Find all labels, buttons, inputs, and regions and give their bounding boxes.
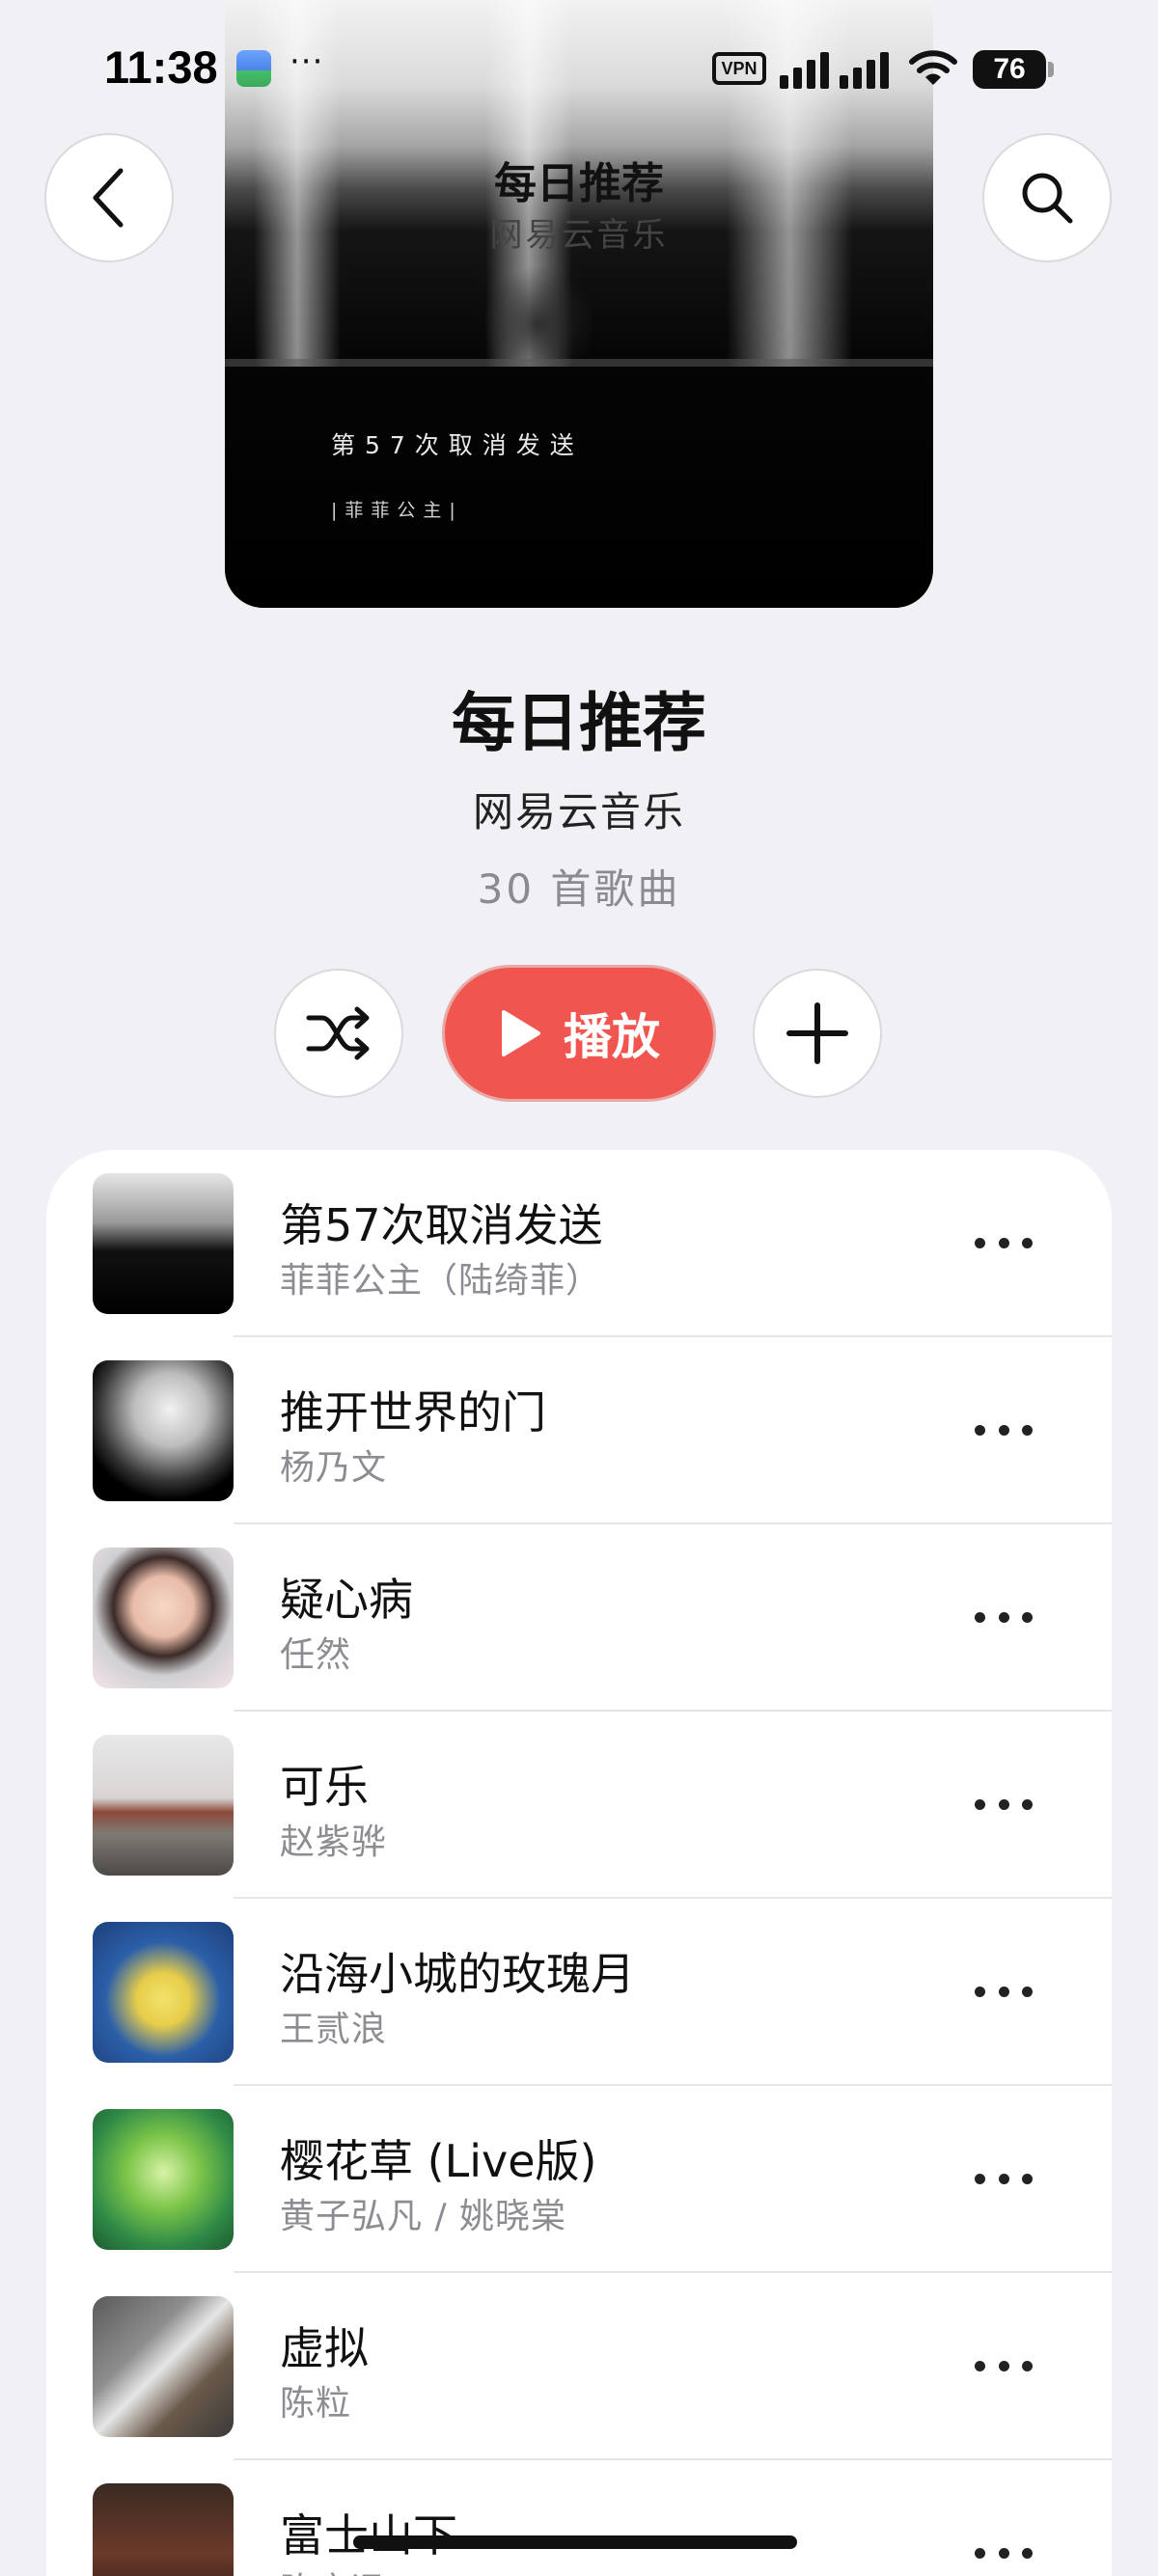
- song-artist: 任然: [280, 1635, 352, 1675]
- cellular-signal-icon: [780, 48, 896, 89]
- song-row[interactable]: 第57次取消发送 菲菲公主（陆绮菲）: [46, 1150, 1112, 1337]
- song-row[interactable]: 富士山下 陈奕迅: [46, 2460, 1112, 2576]
- song-row[interactable]: 可乐 赵紫骅: [46, 1712, 1112, 1899]
- playlist-subtitle: 网易云音乐: [472, 788, 685, 836]
- song-thumbnail: [93, 2483, 234, 2576]
- play-button[interactable]: 播放: [442, 965, 716, 1102]
- cover-artist: |菲菲公主|: [331, 500, 463, 521]
- play-label: 播放: [564, 1009, 660, 1065]
- more-options-icon[interactable]: [975, 2530, 1033, 2576]
- status-time: 11:38: [104, 41, 218, 93]
- playlist-title: 每日推荐: [452, 686, 706, 760]
- song-row[interactable]: 樱花草 (Live版) 黄子弘凡 / 姚晓棠: [46, 2086, 1112, 2273]
- song-thumbnail: [93, 1735, 234, 1876]
- battery-indicator: 76: [973, 50, 1046, 89]
- song-artist: 菲菲公主（陆绮菲）: [280, 1261, 602, 1301]
- battery-tip: [1048, 62, 1054, 77]
- app-notification-icon: [236, 50, 271, 87]
- cover-sill: [225, 359, 933, 367]
- add-to-library-button[interactable]: [753, 969, 882, 1098]
- status-more-icon: ···: [290, 42, 324, 81]
- search-icon: [1022, 173, 1073, 224]
- song-thumbnail: [93, 1548, 234, 1688]
- song-title: 沿海小城的玫瑰月: [280, 1948, 635, 2000]
- song-title: 富士山下: [280, 2501, 457, 2564]
- song-title: 推开世界的门: [280, 1386, 546, 1439]
- shuffle-icon: [306, 1006, 370, 1060]
- song-title: 可乐: [280, 1761, 369, 1813]
- song-row[interactable]: 疑心病 任然: [46, 1524, 1112, 1712]
- more-options-icon[interactable]: [975, 1781, 1033, 1827]
- more-options-icon[interactable]: [975, 1407, 1033, 1453]
- song-row[interactable]: 虚拟 陈粒: [46, 2273, 1112, 2460]
- chevron-left-icon: [93, 168, 124, 228]
- song-artist: 陈奕迅: [280, 2562, 387, 2576]
- song-title: 樱花草 (Live版): [280, 2135, 597, 2187]
- play-icon: [502, 1010, 540, 1056]
- more-options-icon[interactable]: [975, 2343, 1033, 2389]
- more-options-icon[interactable]: [975, 1594, 1033, 1640]
- song-artist: 王贰浪: [280, 2010, 388, 2049]
- song-artist: 黄子弘凡 / 姚晓棠: [280, 2197, 567, 2236]
- more-options-icon[interactable]: [975, 2155, 1033, 2202]
- song-row[interactable]: 推开世界的门 杨乃文: [46, 1337, 1112, 1524]
- song-row[interactable]: 沿海小城的玫瑰月 王贰浪: [46, 1899, 1112, 2086]
- song-title: 疑心病: [280, 1574, 413, 1626]
- playlist-screen: 每日推荐 网易云音乐 第57次取消发送 |菲菲公主| 11:38 ··· VPN…: [0, 0, 1158, 2576]
- status-bar: 11:38 ··· VPN 76: [0, 0, 1158, 135]
- song-thumbnail: [93, 2109, 234, 2250]
- song-title: 虚拟: [280, 2322, 369, 2374]
- song-thumbnail: [93, 1922, 234, 2063]
- song-thumbnail: [93, 2296, 234, 2437]
- shuffle-button[interactable]: [274, 969, 403, 1098]
- more-options-icon[interactable]: [975, 1968, 1033, 2014]
- wifi-icon: [909, 50, 957, 85]
- plus-icon: [786, 1002, 848, 1064]
- song-artist: 杨乃文: [280, 1448, 388, 1488]
- home-indicator[interactable]: [353, 2535, 797, 2549]
- cover-song-title: 第57次取消发送: [331, 431, 584, 459]
- cover-cat-silhouette: [485, 260, 592, 367]
- song-title: 第57次取消发送: [280, 1199, 603, 1251]
- song-thumbnail: [93, 1360, 234, 1501]
- cover-title: 每日推荐: [494, 159, 664, 208]
- cover-subtitle: 网易云音乐: [489, 216, 669, 255]
- song-artist: 赵紫骅: [280, 1822, 388, 1862]
- song-artist: 陈粒: [280, 2384, 352, 2424]
- vpn-badge: VPN: [712, 52, 766, 85]
- back-button[interactable]: [44, 133, 174, 262]
- song-thumbnail: [93, 1173, 234, 1314]
- more-options-icon[interactable]: [975, 1219, 1033, 1266]
- song-count: 30 首歌曲: [477, 865, 681, 913]
- search-button[interactable]: [982, 133, 1112, 262]
